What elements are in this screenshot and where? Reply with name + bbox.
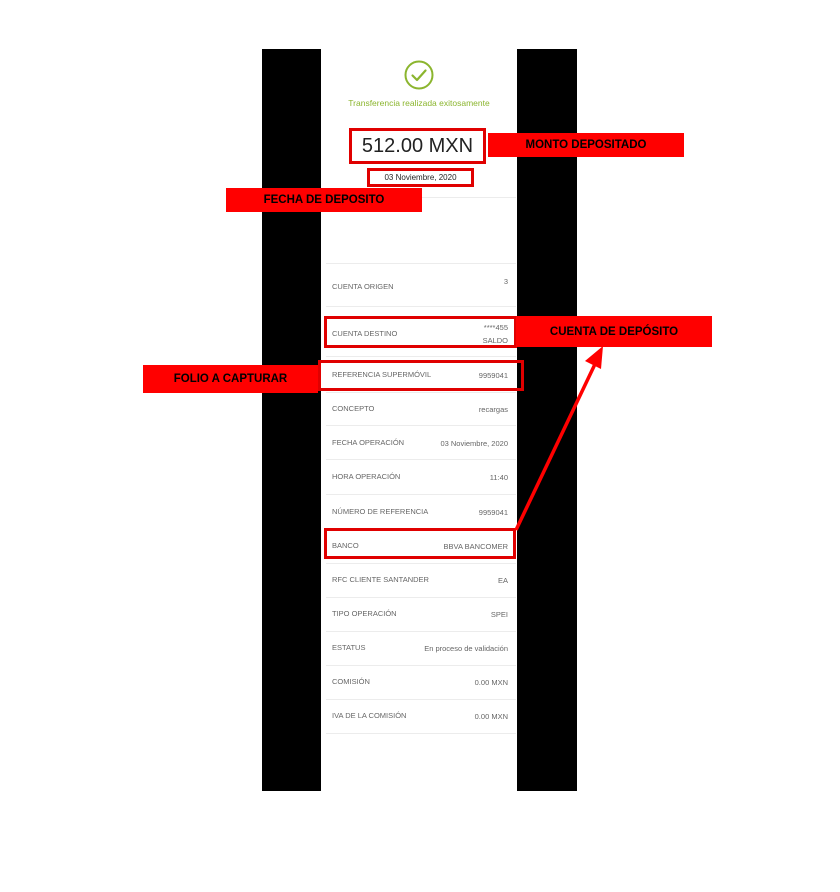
arrow-icon [514, 346, 603, 531]
annotation-folio: FOLIO A CAPTURAR [143, 365, 318, 393]
annotation-monto: MONTO DEPOSITADO [488, 133, 684, 157]
annotation-fecha: FECHA DE DEPOSITO [226, 188, 422, 212]
annotation-cuenta: CUENTA DE DEPÓSITO [516, 316, 712, 347]
